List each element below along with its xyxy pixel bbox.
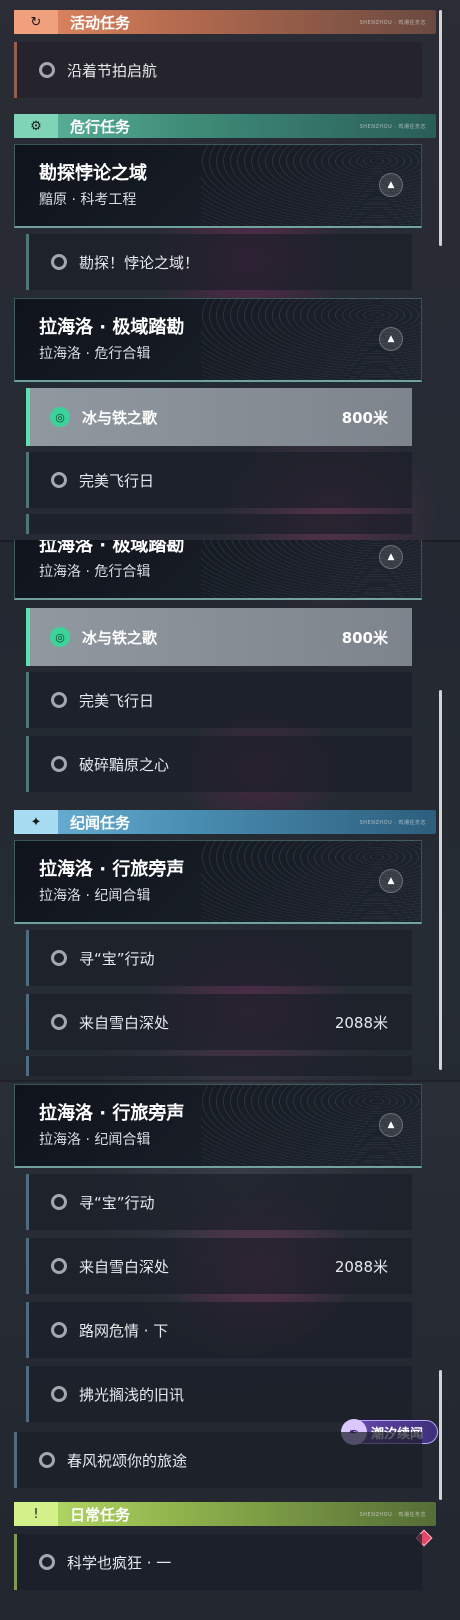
screen-segment-2: 拉海洛 · 极域踏勘 拉海洛 · 危行合辑 ▲ ◎ 冰与铁之歌 800米 完美飞… xyxy=(0,540,460,1080)
scrollbar-track[interactable] xyxy=(439,1370,442,1500)
circle-icon xyxy=(51,1194,67,1210)
refresh-icon: ↻ xyxy=(14,10,58,34)
tracking-target-icon: ◎ xyxy=(50,407,70,427)
collapse-toggle-button[interactable]: ▲ xyxy=(379,173,403,197)
sparkle-icon: ✦ xyxy=(14,810,58,834)
quest-title: 勘探！悖论之域！ xyxy=(79,253,200,272)
category-header-activity[interactable]: ↻ 活动任务 SHENZHOU · 鸣潮任务志 xyxy=(14,10,436,34)
quest-row[interactable]: 路网危情 · 下 xyxy=(26,1302,412,1358)
quest-row[interactable]: 来自雪白深处 2088米 xyxy=(26,1238,412,1294)
group-title: 拉海洛 · 行旅旁声 xyxy=(39,859,185,880)
scrollbar-thumb[interactable] xyxy=(439,690,442,1070)
quest-title: 拂光搁浅的旧讯 xyxy=(79,1385,185,1404)
quest-title: 科学也疯狂 · 一 xyxy=(67,1553,172,1572)
quest-row[interactable]: 拂光搁浅的旧讯 xyxy=(26,1366,412,1422)
quest-title: 冰与铁之歌 xyxy=(82,408,158,427)
quest-group-header[interactable]: 拉海洛 · 极域踏勘 拉海洛 · 危行合辑 ▲ xyxy=(14,540,422,600)
quest-title: 寻“宝”行动 xyxy=(79,949,155,968)
gear-target-icon: ⚙ xyxy=(14,114,58,138)
circle-icon xyxy=(51,692,67,708)
quest-row[interactable]: 科学也疯狂 · 一 xyxy=(14,1534,422,1590)
quest-row[interactable]: 春风祝颂你的旅途 xyxy=(14,1432,422,1488)
quest-row-partial xyxy=(26,514,412,534)
circle-icon xyxy=(51,756,67,772)
quest-group-header[interactable]: 勘探悖论之域 黯原 · 科考工程 ▲ xyxy=(14,144,422,228)
category-label: 活动任务 xyxy=(70,13,131,32)
quest-row-partial xyxy=(26,1056,412,1076)
group-subtitle: 拉海洛 · 纪闻合辑 xyxy=(39,888,151,904)
quest-title: 寻“宝”行动 xyxy=(79,1193,155,1212)
quest-distance: 800米 xyxy=(341,628,388,647)
quest-title: 路网危情 · 下 xyxy=(79,1321,169,1340)
quest-row[interactable]: 寻“宝”行动 xyxy=(26,1174,412,1230)
quest-distance: 800米 xyxy=(341,408,388,427)
quest-title: 来自雪白深处 xyxy=(79,1257,170,1276)
quest-distance: 2088米 xyxy=(334,1013,388,1032)
quest-row[interactable]: 来自雪白深处 2088米 xyxy=(26,994,412,1050)
category-tag: SHENZHOU · 鸣潮任务志 xyxy=(359,819,426,826)
group-subtitle: 拉海洛 · 纪闻合辑 xyxy=(39,1132,151,1148)
collapse-toggle-button[interactable]: ▲ xyxy=(379,545,403,569)
collapse-toggle-button[interactable]: ▲ xyxy=(379,1113,403,1137)
quest-row[interactable]: 沿着节拍启航 xyxy=(14,42,422,98)
group-subtitle: 黯原 · 科考工程 xyxy=(39,192,137,208)
screen-segment-1: ↻ 活动任务 SHENZHOU · 鸣潮任务志 沿着节拍启航 ⚙ 危行任务 SH… xyxy=(0,0,460,540)
quest-title: 春风祝颂你的旅途 xyxy=(67,1451,188,1470)
quest-row[interactable]: 完美飞行日 xyxy=(26,452,412,508)
quest-distance: 2088米 xyxy=(334,1257,388,1276)
group-title: 拉海洛 · 极域踏勘 xyxy=(39,540,185,556)
category-label: 日常任务 xyxy=(70,1505,131,1524)
group-title: 拉海洛 · 极域踏勘 xyxy=(39,317,185,338)
quest-title: 冰与铁之歌 xyxy=(82,628,158,647)
group-title: 勘探悖论之域 xyxy=(39,163,147,184)
quest-row[interactable]: 完美飞行日 xyxy=(26,672,412,728)
circle-icon xyxy=(51,950,67,966)
collapse-toggle-button[interactable]: ▲ xyxy=(379,869,403,893)
category-tag: SHENZHOU · 鸣潮任务志 xyxy=(359,1511,426,1518)
screen-segment-3: 拉海洛 · 行旅旁声 拉海洛 · 纪闻合辑 ▲ 寻“宝”行动 来自雪白深处 20… xyxy=(0,1080,460,1620)
quest-row-selected[interactable]: ◎ 冰与铁之歌 800米 xyxy=(26,388,412,446)
circle-icon xyxy=(51,254,67,270)
divider xyxy=(0,1080,460,1082)
scrollbar-thumb[interactable] xyxy=(439,10,442,246)
quest-group-header[interactable]: 拉海洛 · 极域踏勘 拉海洛 · 危行合辑 ▲ xyxy=(14,298,422,382)
circle-icon xyxy=(39,1452,55,1468)
quest-title: 完美飞行日 xyxy=(79,471,155,490)
circle-icon xyxy=(51,1322,67,1338)
tracking-target-icon: ◎ xyxy=(50,627,70,647)
quest-row-selected[interactable]: ◎ 冰与铁之歌 800米 xyxy=(26,608,412,666)
quest-group-header[interactable]: 拉海洛 · 行旅旁声 拉海洛 · 纪闻合辑 ▲ xyxy=(14,1084,422,1168)
collapse-toggle-button[interactable]: ▲ xyxy=(379,327,403,351)
group-title: 拉海洛 · 行旅旁声 xyxy=(39,1103,185,1124)
quest-title: 沿着节拍启航 xyxy=(67,61,158,80)
quest-row[interactable]: 破碎黯原之心 xyxy=(26,736,412,792)
quest-title: 完美飞行日 xyxy=(79,691,155,710)
circle-icon xyxy=(39,1554,55,1570)
group-subtitle: 拉海洛 · 危行合辑 xyxy=(39,346,151,362)
category-header-danger[interactable]: ⚙ 危行任务 SHENZHOU · 鸣潮任务志 xyxy=(14,114,436,138)
category-header-daily[interactable]: ! 日常任务 SHENZHOU · 鸣潮任务志 xyxy=(14,1502,436,1526)
circle-icon xyxy=(51,1258,67,1274)
quest-title: 破碎黯原之心 xyxy=(79,755,170,774)
circle-icon xyxy=(51,1386,67,1402)
quest-title: 来自雪白深处 xyxy=(79,1013,170,1032)
category-tag: SHENZHOU · 鸣潮任务志 xyxy=(359,19,426,26)
quest-row[interactable]: 寻“宝”行动 xyxy=(26,930,412,986)
alert-icon: ! xyxy=(14,1502,58,1526)
category-tag: SHENZHOU · 鸣潮任务志 xyxy=(359,123,426,130)
quest-group-header[interactable]: 拉海洛 · 行旅旁声 拉海洛 · 纪闻合辑 ▲ xyxy=(14,840,422,924)
scrollbar-track[interactable] xyxy=(439,10,442,246)
circle-icon xyxy=(51,472,67,488)
circle-icon xyxy=(39,62,55,78)
group-subtitle: 拉海洛 · 危行合辑 xyxy=(39,564,151,580)
scrollbar-thumb[interactable] xyxy=(439,1370,442,1500)
category-label: 纪闻任务 xyxy=(70,813,131,832)
quest-row[interactable]: 勘探！悖论之域！ xyxy=(26,234,412,290)
category-header-chronicle[interactable]: ✦ 纪闻任务 SHENZHOU · 鸣潮任务志 xyxy=(14,810,436,834)
scrollbar-track[interactable] xyxy=(439,690,442,1070)
circle-icon xyxy=(51,1014,67,1030)
category-label: 危行任务 xyxy=(70,117,131,136)
